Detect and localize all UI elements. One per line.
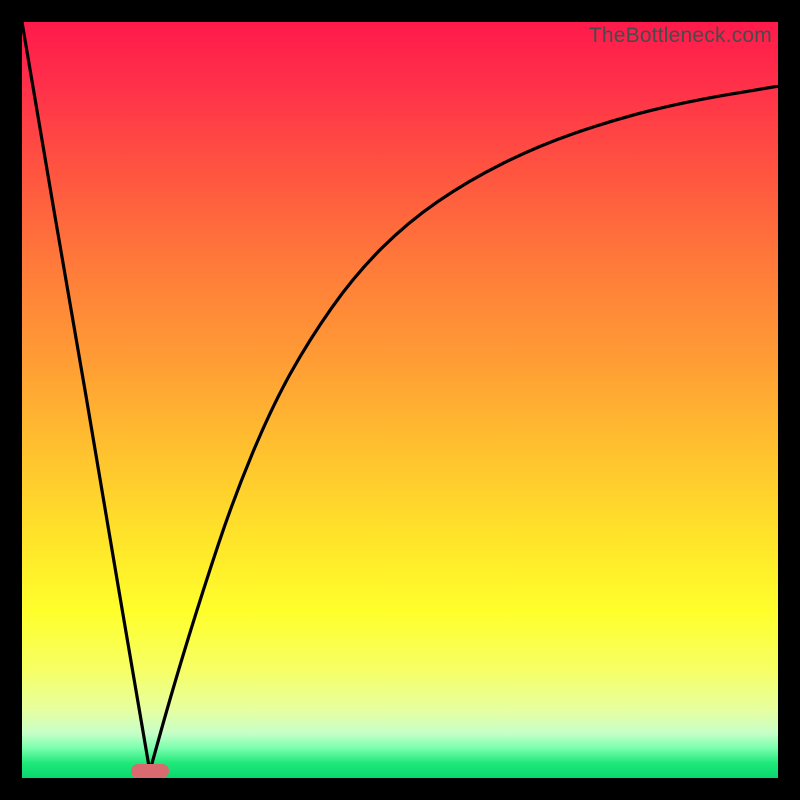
curve-right-rise (150, 86, 778, 771)
chart-frame: TheBottleneck.com (0, 0, 800, 800)
curve-left-descent (22, 22, 150, 771)
plot-area (22, 22, 778, 778)
watermark-text: TheBottleneck.com (589, 24, 772, 48)
optimum-marker (131, 764, 169, 778)
curve-layer (22, 22, 778, 778)
